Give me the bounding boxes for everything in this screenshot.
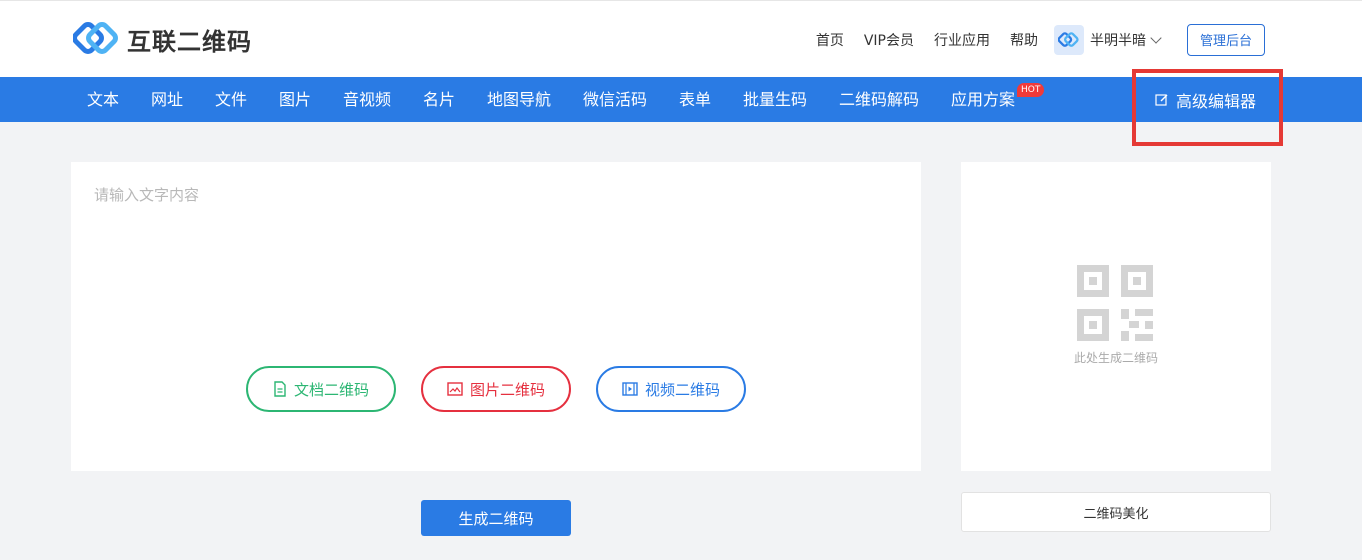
generate-qr-button[interactable]: 生成二维码 <box>421 500 571 536</box>
nav-item-decode[interactable]: 二维码解码 <box>839 77 919 122</box>
user-menu[interactable]: 半明半暗 <box>1054 24 1162 55</box>
image-icon <box>447 382 463 396</box>
user-name: 半明半暗 <box>1090 32 1146 49</box>
doc-qr-label: 文档二维码 <box>293 380 369 399</box>
image-qr-label: 图片二维码 <box>469 380 545 399</box>
video-qr-label: 视频二维码 <box>644 380 720 399</box>
chevron-down-icon <box>1150 31 1162 44</box>
video-qr-button[interactable]: 视频二维码 <box>596 366 746 412</box>
hot-badge: HOT <box>1017 83 1045 97</box>
nav-item-map[interactable]: 地图导航 <box>487 77 551 122</box>
admin-button[interactable]: 管理后台 <box>1187 23 1265 56</box>
advanced-editor-label: 高级编辑器 <box>1176 91 1257 111</box>
qr-placeholder-text: 此处生成二维码 <box>1073 351 1158 365</box>
document-icon <box>274 381 286 397</box>
text-editor-panel: 文档二维码 图片二维码 视频二维码 <box>71 162 921 471</box>
nav-item-image[interactable]: 图片 <box>279 77 311 122</box>
image-qr-button[interactable]: 图片二维码 <box>421 366 571 412</box>
qr-preview-panel: 此处生成二维码 <box>961 162 1271 471</box>
top-link-industry[interactable]: 行业应用 <box>934 30 990 50</box>
nav-item-wechat[interactable]: 微信活码 <box>583 77 647 122</box>
qr-code-icon <box>1077 265 1153 341</box>
top-link-home[interactable]: 首页 <box>816 30 844 50</box>
logo-icon <box>73 22 118 54</box>
nav-item-text[interactable]: 文本 <box>87 77 119 122</box>
doc-qr-button[interactable]: 文档二维码 <box>246 366 396 412</box>
video-icon <box>622 382 638 396</box>
avatar-icon <box>1058 31 1079 47</box>
nav-item-card[interactable]: 名片 <box>423 77 455 122</box>
nav-item-form[interactable]: 表单 <box>679 77 711 122</box>
site-logo[interactable]: 互联二维码 <box>73 21 252 57</box>
logo-text: 互联二维码 <box>127 27 252 56</box>
nav-item-file[interactable]: 文件 <box>215 77 247 122</box>
category-nav: 文本 网址 文件 图片 音视频 名片 地图导航 微信活码 表单 批量生码 二维码… <box>0 77 1362 122</box>
top-link-vip[interactable]: VIP会员 <box>864 30 914 50</box>
nav-item-solutions-label: 应用方案 <box>951 90 1016 109</box>
nav-item-batch[interactable]: 批量生码 <box>743 77 807 122</box>
nav-item-solutions[interactable]: 应用方案 HOT <box>951 77 1045 122</box>
nav-item-audio-video[interactable]: 音视频 <box>343 77 391 122</box>
avatar <box>1054 24 1084 55</box>
nav-item-url[interactable]: 网址 <box>151 77 183 122</box>
top-link-help[interactable]: 帮助 <box>1010 30 1038 50</box>
edit-icon <box>1155 93 1168 106</box>
text-content-input[interactable] <box>71 162 921 352</box>
advanced-editor-link[interactable]: 高级编辑器 <box>1155 77 1256 122</box>
header: 互联二维码 首页 VIP会员 行业应用 帮助 半明半暗 管理后台 <box>0 0 1362 77</box>
beautify-qr-button[interactable]: 二维码美化 <box>961 492 1271 532</box>
top-nav: 首页 VIP会员 行业应用 帮助 半明半暗 管理后台 <box>816 1 1362 78</box>
